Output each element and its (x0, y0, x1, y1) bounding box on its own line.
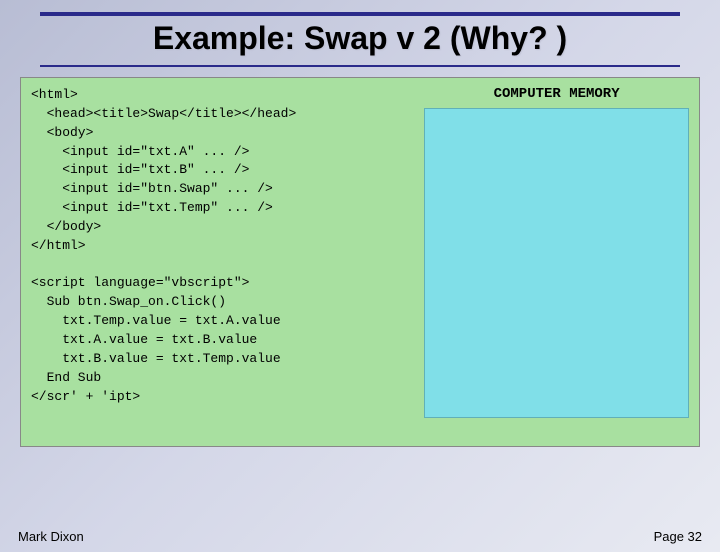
memory-box (424, 108, 689, 418)
footer: Mark Dixon Page 32 (0, 529, 720, 544)
memory-heading: COMPUTER MEMORY (424, 86, 689, 102)
title-bar: Example: Swap v 2 (Why? ) (40, 12, 680, 67)
page-number: Page 32 (654, 529, 702, 544)
author-label: Mark Dixon (18, 529, 84, 544)
slide-title: Example: Swap v 2 (Why? ) (40, 20, 680, 67)
memory-panel: COMPUTER MEMORY (414, 78, 699, 446)
code-panel: <html> <head><title>Swap</title></head> … (21, 78, 414, 446)
content-area: <html> <head><title>Swap</title></head> … (20, 77, 700, 447)
